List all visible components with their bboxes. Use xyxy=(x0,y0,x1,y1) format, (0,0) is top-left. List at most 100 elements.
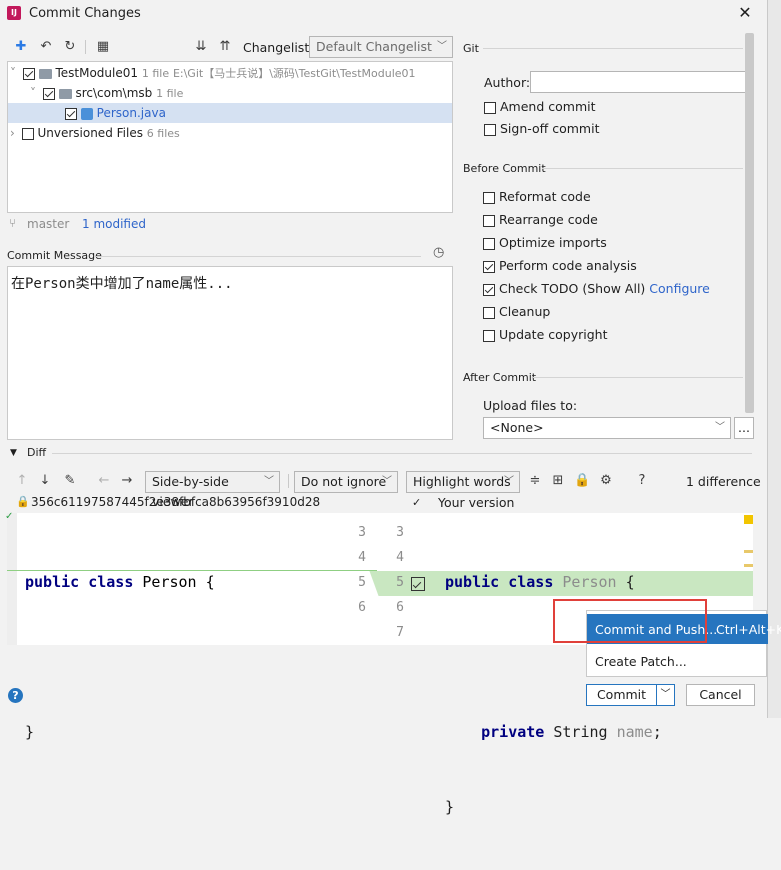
author-input[interactable] xyxy=(530,71,752,93)
file-checkbox[interactable] xyxy=(65,107,77,120)
optimize-checkbox[interactable] xyxy=(483,237,495,250)
cleanup-checkbox[interactable] xyxy=(483,306,495,319)
highlight-box xyxy=(553,599,707,643)
upload-more-button[interactable]: ... xyxy=(734,417,754,439)
amend-checkbox[interactable] xyxy=(484,101,496,114)
chevron-down-icon[interactable]: ▼ xyxy=(10,448,17,458)
highlight-value: Highlight words xyxy=(413,474,511,489)
java-file-icon xyxy=(80,107,93,120)
rearrange-code-option[interactable]: Rearrange code xyxy=(483,208,710,231)
unversioned-checkbox[interactable] xyxy=(21,127,34,140)
reformat-checkbox[interactable] xyxy=(483,191,495,204)
sync-scroll-icon[interactable]: ⊞ xyxy=(550,473,566,489)
expand-all-icon[interactable]: ⇊ xyxy=(193,39,209,55)
package-checkbox[interactable] xyxy=(42,87,55,100)
arrow-left-icon[interactable]: ← xyxy=(96,473,112,489)
check-todo-option[interactable]: Check TODO (Show All) Configure xyxy=(483,277,710,300)
history-clock-icon[interactable]: ◷ xyxy=(433,245,444,260)
module-folder-icon xyxy=(38,68,52,79)
close-icon[interactable]: ✕ xyxy=(737,4,753,22)
module-name: TestModule01 xyxy=(55,66,139,80)
collapse-all-icon[interactable]: ⇈ xyxy=(217,39,233,55)
arrow-right-icon[interactable]: → xyxy=(119,473,135,489)
plus-arrow-icon[interactable]: ✚ xyxy=(13,39,29,55)
group-by-icon[interactable]: ▦ xyxy=(95,39,111,55)
intellij-app-icon: IJ xyxy=(7,6,21,20)
help-icon[interactable]: ? xyxy=(634,473,650,489)
reformat-code-option[interactable]: Reformat code xyxy=(483,185,710,208)
lock-icon[interactable]: 🔒 xyxy=(574,473,590,489)
rearrange-checkbox[interactable] xyxy=(483,214,495,227)
todo-checkbox[interactable] xyxy=(483,283,495,296)
package-folder-icon xyxy=(58,88,72,99)
package-count: 1 file xyxy=(156,87,184,100)
signoff-checkbox[interactable] xyxy=(484,123,496,136)
amend-commit-option[interactable]: Amend commit xyxy=(484,95,596,118)
chevron-down-icon[interactable]: ﹀ xyxy=(657,684,675,706)
commit-message-input[interactable]: 在Person类中增加了name属性... xyxy=(7,266,453,440)
module-checkbox[interactable] xyxy=(22,67,35,80)
help-icon[interactable]: ? xyxy=(8,688,23,703)
update-copyright-option[interactable]: Update copyright xyxy=(483,323,710,346)
chevron-down-icon: ﹀ xyxy=(715,422,725,433)
modified-link[interactable]: 1 modified xyxy=(82,217,146,231)
signoff-commit-option[interactable]: Sign-off commit xyxy=(484,117,600,140)
file-name: Person.java xyxy=(96,106,166,120)
create-patch-item[interactable]: Create Patch... xyxy=(587,646,768,676)
copyright-checkbox[interactable] xyxy=(483,329,495,342)
cancel-button[interactable]: Cancel xyxy=(686,684,755,706)
right-line-numbers: 3 4 5 6 7 xyxy=(394,520,406,645)
highlight-select[interactable]: Highlight words ﹀ xyxy=(406,471,520,493)
marker-stripe xyxy=(744,550,753,553)
before-commit-options: Reformat code Rearrange code Optimize im… xyxy=(483,185,710,346)
menu-item-label: Create Patch... xyxy=(595,654,687,669)
chevron-down-icon: ﹀ xyxy=(437,41,447,52)
signoff-label: Sign-off commit xyxy=(500,121,600,136)
tree-row-package[interactable]: ˅ src\com\msb 1 file xyxy=(30,83,183,103)
chevron-down-icon[interactable]: ˅ xyxy=(10,66,16,80)
viewer-select[interactable]: Side-by-side viewer ﹀ xyxy=(145,471,280,509)
include-change-checkbox[interactable] xyxy=(411,577,425,591)
arrow-up-icon[interactable]: ↑ xyxy=(14,473,30,489)
line-number: 3 xyxy=(358,525,366,540)
right-line-4: } xyxy=(445,798,455,816)
ignore-select[interactable]: Do not ignore ﹀ xyxy=(294,471,398,493)
lock-icon: 🔒 xyxy=(16,495,30,508)
changes-tree: ˅ TestModule01 1 file E:\Git【马士兵说】\源码\Te… xyxy=(7,61,453,213)
line-number: 5 xyxy=(358,575,366,590)
left-line-1: public class Person { xyxy=(25,573,215,591)
option-label: Optimize imports xyxy=(499,235,607,250)
divider xyxy=(483,48,743,49)
background-window-strip xyxy=(767,0,781,718)
options-scrollbar[interactable] xyxy=(745,33,754,413)
arrow-down-icon[interactable]: ↓ xyxy=(37,473,53,489)
left-gutter xyxy=(7,513,17,645)
commit-button[interactable]: Commit xyxy=(586,684,657,706)
chevron-down-icon[interactable]: ˅ xyxy=(30,86,36,100)
option-label: Update copyright xyxy=(499,327,608,342)
refresh-icon[interactable]: ↻ xyxy=(62,39,78,55)
edit-icon[interactable]: ✎ xyxy=(62,473,78,489)
branch-name: master xyxy=(27,217,70,231)
before-commit-title: Before Commit xyxy=(463,162,546,175)
changelist-select[interactable]: Default Changelist ﹀ xyxy=(309,36,453,58)
undo-icon[interactable]: ↶ xyxy=(38,39,54,55)
code-analysis-option[interactable]: Perform code analysis xyxy=(483,254,710,277)
configure-link[interactable]: Configure xyxy=(649,281,710,296)
collapse-unchanged-icon[interactable]: ≑ xyxy=(527,473,543,489)
changelist-label: Changelist: xyxy=(243,40,314,55)
upload-select[interactable]: <None> ﹀ xyxy=(483,417,731,439)
optimize-imports-option[interactable]: Optimize imports xyxy=(483,231,710,254)
divider xyxy=(542,168,743,169)
option-label: Check TODO (Show All) xyxy=(499,281,646,296)
chevron-right-icon[interactable]: › xyxy=(10,126,15,140)
tree-row-module[interactable]: ˅ TestModule01 1 file E:\Git【马士兵说】\源码\Te… xyxy=(10,63,416,83)
tree-row-unversioned[interactable]: › Unversioned Files 6 files xyxy=(10,123,180,143)
line-number: 4 xyxy=(396,550,404,565)
tree-row-file[interactable]: Person.java xyxy=(8,103,452,123)
analysis-checkbox[interactable] xyxy=(483,260,495,273)
cleanup-option[interactable]: Cleanup xyxy=(483,300,710,323)
right-line-3: private String name; xyxy=(481,723,662,741)
option-label: Rearrange code xyxy=(499,212,598,227)
gear-icon[interactable]: ⚙ xyxy=(598,473,614,489)
